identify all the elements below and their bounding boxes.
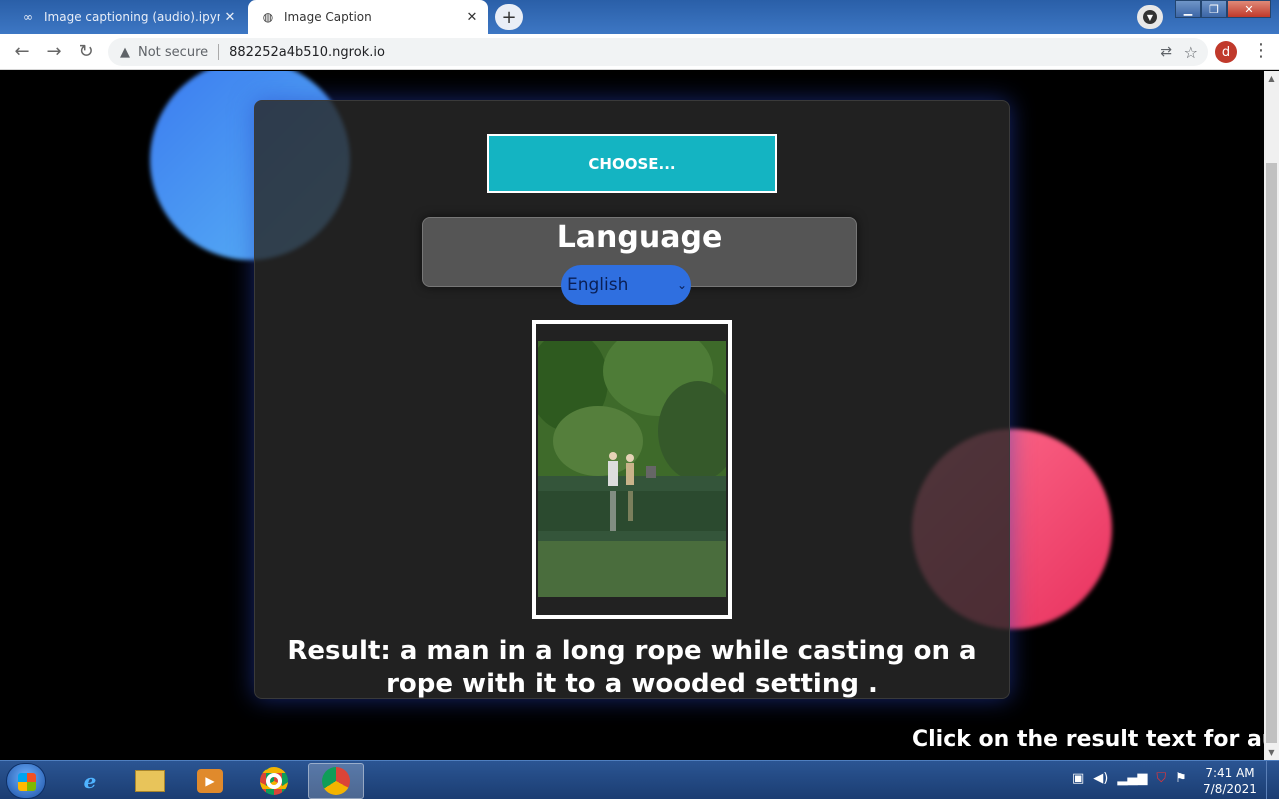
tab-colab-notebook[interactable]: ∞ Image captioning (audio).ipynb - ✕ — [8, 0, 246, 34]
divider — [218, 44, 220, 60]
browser-toolbar: ← → ↻ ▲ Not secure 882252a4b510.ngrok.io… — [0, 34, 1279, 70]
caption-card: CHOOSE... Language English ⌄ Result: a m… — [254, 100, 1010, 699]
language-selected-value: English — [567, 275, 629, 295]
back-button[interactable]: ← — [6, 36, 38, 68]
chrome-profile-icon[interactable] — [308, 763, 364, 799]
tab-title: Image Caption — [284, 10, 372, 24]
page-scrollbar[interactable]: ▲ ▼ — [1264, 71, 1279, 760]
scroll-thumb[interactable] — [1266, 163, 1277, 743]
clock-time: 7:41 AM — [1205, 766, 1255, 780]
chevron-down-icon: ⌄ — [676, 278, 687, 292]
security-label: Not secure — [138, 44, 209, 60]
volume-icon[interactable]: ◀) — [1093, 771, 1108, 786]
colab-icon: ∞ — [23, 10, 33, 24]
reload-button[interactable]: ↻ — [70, 36, 102, 68]
chrome-icon[interactable] — [246, 763, 302, 799]
close-icon[interactable]: ✕ — [220, 10, 240, 25]
chevron-down-icon: ▼ — [1143, 10, 1157, 24]
scroll-down-arrow-icon[interactable]: ▼ — [1264, 745, 1279, 760]
uploaded-image-frame — [532, 320, 732, 619]
audio-hint: Click on the result text for audio — [912, 727, 1264, 752]
signal-icon[interactable]: ▂▄▆ — [1117, 771, 1147, 786]
start-icon[interactable] — [6, 763, 46, 799]
forward-button[interactable]: → — [38, 36, 70, 68]
tab-title: Image captioning (audio).ipynb - — [44, 10, 220, 24]
avatar[interactable]: d — [1215, 41, 1237, 63]
restore-button[interactable]: ❐ — [1201, 0, 1227, 18]
result-text[interactable]: Result: a man in a long rope while casti… — [265, 635, 999, 701]
choose-file-button[interactable]: CHOOSE... — [487, 134, 777, 193]
tab-image-caption[interactable]: ◍ Image Caption ✕ — [248, 0, 488, 34]
warning-icon: ▲ — [120, 44, 130, 60]
minimize-button[interactable]: ▁ — [1175, 0, 1201, 18]
tab-search-button[interactable]: ▼ — [1137, 5, 1163, 29]
show-desktop-button[interactable] — [1266, 761, 1279, 799]
window-controls: ▁ ❐ ✕ — [1175, 0, 1271, 18]
file-explorer-icon[interactable] — [122, 763, 178, 799]
close-window-button[interactable]: ✕ — [1227, 0, 1271, 18]
action-center-icon[interactable]: ⚑ — [1175, 771, 1187, 786]
clock-date: 7/8/2021 — [1203, 782, 1257, 796]
system-clock[interactable]: 7:41 AM 7/8/2021 — [1200, 765, 1260, 797]
language-title: Language — [556, 220, 723, 255]
media-player-icon[interactable]: ▶ — [182, 763, 238, 799]
scroll-up-arrow-icon[interactable]: ▲ — [1264, 71, 1279, 86]
translate-icon[interactable]: ⇄ — [1160, 44, 1172, 60]
uploaded-photo — [538, 341, 726, 597]
bookmark-star-icon[interactable]: ☆ — [1184, 43, 1198, 62]
internet-explorer-icon[interactable]: e — [62, 763, 118, 799]
taskbar: e ▶ ▣ ◀) ▂▄▆ ⛉ ⚑ 7:41 AM 7/8/2021 — [0, 760, 1279, 799]
globe-icon: ◍ — [262, 10, 274, 24]
browser-tabstrip: ∞ Image captioning (audio).ipynb - ✕ ◍ I… — [0, 0, 1279, 34]
close-icon[interactable]: ✕ — [462, 10, 482, 25]
language-panel: Language English ⌄ — [422, 217, 857, 305]
antivirus-icon[interactable]: ⛉ — [1156, 771, 1166, 786]
menu-icon[interactable]: ⋮ — [1252, 40, 1270, 61]
page-viewport: CHOOSE... Language English ⌄ Result: a m… — [0, 71, 1264, 760]
address-bar[interactable]: ▲ Not secure 882252a4b510.ngrok.io ⇄ ☆ — [108, 38, 1208, 66]
new-tab-button[interactable]: + — [495, 4, 523, 30]
system-tray: ▣ ◀) ▂▄▆ ⛉ ⚑ — [1072, 771, 1187, 786]
language-select[interactable]: English ⌄ — [561, 265, 691, 305]
network-icon[interactable]: ▣ — [1072, 771, 1084, 786]
url-text: 882252a4b510.ngrok.io — [229, 44, 385, 60]
